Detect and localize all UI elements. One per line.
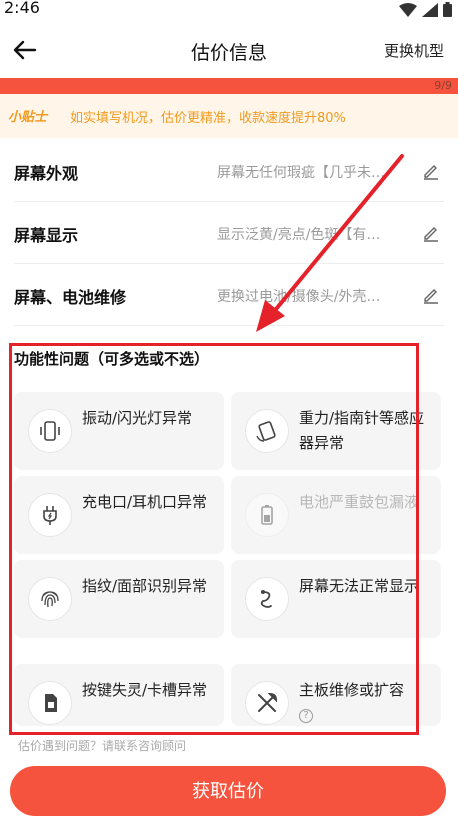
field-label: 屏幕显示: [14, 226, 79, 245]
option-label: 主板维修或扩容 ?: [299, 678, 431, 728]
option-label: 重力/指南针等感应器异常: [299, 409, 425, 452]
fingerprint-icon: [41, 591, 59, 608]
option-label: 屏幕无法正常显示: [299, 577, 420, 595]
option-label: 指纹/面部识别异常: [82, 577, 208, 595]
option-icon-wrap: [28, 409, 72, 453]
change-model-button[interactable]: 更换机型: [384, 40, 444, 61]
contact-advisor-link[interactable]: 估价遇到问题？请联系咨询顾问: [18, 737, 186, 754]
status-bar: 2:46: [0, 0, 458, 20]
option-icon-wrap: [28, 577, 72, 621]
option-icon-wrap: [28, 493, 72, 537]
wifi-icon: [399, 2, 417, 17]
option-mainboard[interactable]: 主板维修或扩容 ?: [231, 664, 441, 726]
option-label: 振动/闪光灯异常: [82, 409, 193, 427]
status-icons: [399, 2, 452, 17]
option-charging-port[interactable]: 充电口/耳机口异常: [14, 476, 224, 554]
option-icon-wrap: [245, 681, 289, 725]
section-title: 功能性问题（可多选或不选）: [14, 350, 210, 368]
back-button[interactable]: [10, 36, 40, 64]
get-quote-button[interactable]: 获取估价: [10, 766, 446, 816]
edit-icon[interactable]: [422, 286, 440, 304]
progress-text: 9/9: [434, 79, 452, 92]
option-fingerprint[interactable]: 指纹/面部识别异常: [14, 560, 224, 638]
phone-vibrate-icon: [40, 421, 60, 441]
edit-icon[interactable]: [422, 224, 440, 242]
field-value: 屏幕无任何瑕疵【几乎未…: [217, 165, 385, 181]
plug-icon: [43, 506, 57, 525]
progress-fill: [0, 78, 458, 94]
option-battery-swelling[interactable]: 电池严重鼓包漏液: [231, 476, 441, 554]
option-icon-wrap: [245, 493, 289, 537]
field-label: 屏幕外观: [14, 164, 79, 183]
back-arrow-icon: [13, 40, 37, 60]
option-label-text: 主板维修或扩容: [299, 681, 405, 699]
field-row-repair[interactable]: 屏幕、电池维修 更换过电池/摄像头/外壳…: [14, 264, 444, 326]
tip-text: 如实填写机况，估价更精准，收款速度提升80%: [70, 111, 346, 126]
option-label: 按键失灵/卡槽异常: [82, 681, 208, 699]
phone-rotate-icon: [256, 421, 276, 442]
field-value: 更换过电池/摄像头/外壳…: [217, 289, 381, 305]
field-value: 显示泛黄/亮点/色斑【有…: [217, 227, 381, 243]
battery-status-icon: [443, 2, 452, 17]
option-icon-wrap: [245, 409, 289, 453]
sim-card-icon: [45, 694, 57, 712]
tip-bar: 小贴士 如实填写机况，估价更精准，收款速度提升80%: [0, 94, 458, 138]
battery-icon: [261, 505, 273, 525]
option-sensor[interactable]: 重力/指南针等感应器异常: [231, 392, 441, 470]
help-icon[interactable]: ?: [299, 708, 313, 723]
signal-icon: [422, 2, 438, 17]
squiggle-icon: [260, 590, 272, 608]
option-icon-wrap: [245, 577, 289, 621]
option-icon-wrap: [28, 681, 72, 725]
option-label: 充电口/耳机口异常: [82, 493, 208, 511]
field-row-screen-appearance[interactable]: 屏幕外观 屏幕无任何瑕疵【几乎未…: [14, 140, 444, 202]
option-vibration-flash[interactable]: 振动/闪光灯异常: [14, 392, 224, 470]
option-buttons-sim[interactable]: 按键失灵/卡槽异常: [14, 664, 224, 726]
progress-bar: 9/9: [0, 78, 458, 94]
nav-bar: 估价信息 更换机型: [0, 28, 458, 72]
option-label: 电池严重鼓包漏液: [299, 493, 420, 511]
option-screen-display[interactable]: 屏幕无法正常显示: [231, 560, 441, 638]
edit-icon[interactable]: [422, 162, 440, 180]
tip-badge: 小贴士: [8, 110, 48, 125]
field-label: 屏幕、电池维修: [14, 288, 127, 307]
tools-icon: [258, 692, 278, 712]
status-time: 2:46: [4, 0, 40, 17]
field-row-screen-display[interactable]: 屏幕显示 显示泛黄/亮点/色斑【有…: [14, 202, 444, 264]
